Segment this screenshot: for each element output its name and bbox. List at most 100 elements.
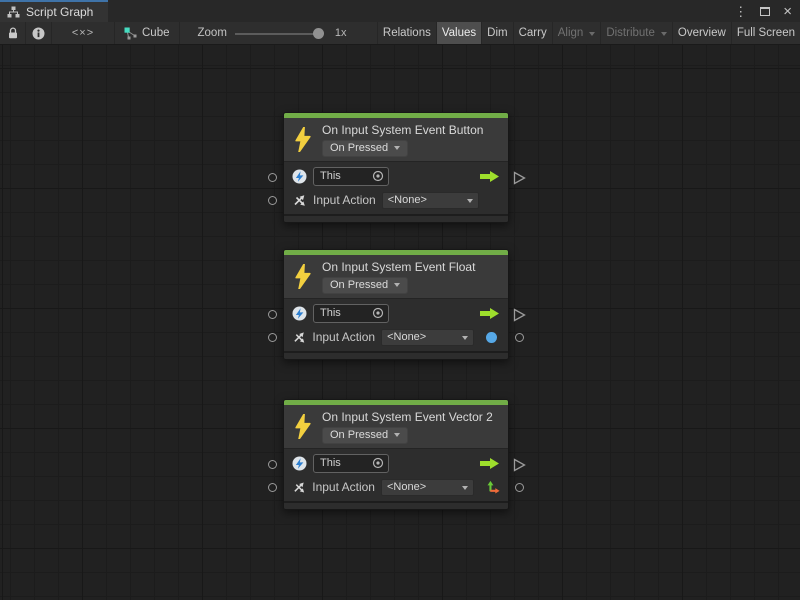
input-port-action[interactable] <box>268 333 277 342</box>
node-on-input-system-event-vector2[interactable]: On Input System Event Vector 2 On Presse… <box>283 399 509 510</box>
chevron-down-icon <box>394 283 400 290</box>
info-icon <box>32 27 45 40</box>
tab-bar: Script Graph ⋮ × <box>0 0 800 22</box>
lock-icon <box>7 27 19 40</box>
node-on-input-system-event-float[interactable]: On Input System Event Float On Pressed T… <box>283 249 509 360</box>
chevron-down-icon <box>394 146 400 153</box>
event-option-dropdown[interactable]: On Pressed <box>322 277 408 294</box>
node-title: On Input System Event Vector 2 <box>322 410 493 424</box>
graph-canvas[interactable]: On Input System Event Button On Pressed … <box>0 45 800 600</box>
node-title: On Input System Event Float <box>322 260 475 274</box>
input-action-label: Input Action <box>312 330 375 344</box>
align-button: Align <box>552 22 601 44</box>
zoom-value: 1x <box>335 27 347 39</box>
input-action-icon <box>292 480 306 495</box>
game-object-icon <box>292 456 307 471</box>
input-action-dropdown[interactable]: <None> <box>381 479 474 496</box>
zoom-slider-handle[interactable] <box>313 28 324 39</box>
output-port-flow[interactable] <box>513 458 526 472</box>
maximize-icon[interactable] <box>760 7 770 16</box>
node-header[interactable]: On Input System Event Float On Pressed <box>284 255 508 298</box>
output-port-flow[interactable] <box>513 308 526 322</box>
script-graph-window: Script Graph ⋮ × <×> <box>0 0 800 600</box>
input-port-flow[interactable] <box>268 173 277 182</box>
inspect-button[interactable] <box>26 22 52 44</box>
dim-button[interactable]: Dim <box>481 22 512 44</box>
edit-source-button[interactable]: <×> <box>52 22 114 44</box>
input-action-label: Input Action <box>312 480 375 494</box>
target-row: This <box>292 302 500 324</box>
carry-button[interactable]: Carry <box>513 22 552 44</box>
values-button[interactable]: Values <box>436 22 481 44</box>
input-action-row: Input Action <None> <box>292 326 500 348</box>
event-option-dropdown[interactable]: On Pressed <box>322 427 408 444</box>
script-graph-asset-icon <box>124 27 137 40</box>
input-port-action[interactable] <box>268 483 277 492</box>
window-menu-icon[interactable]: ⋮ <box>734 5 747 18</box>
flow-output-arrow-icon <box>480 307 500 320</box>
event-bolt-icon <box>295 414 311 439</box>
node-footer <box>284 351 508 359</box>
graph-target-label: Cube <box>142 27 170 39</box>
tab-title: Script Graph <box>26 5 93 19</box>
chevron-down-icon <box>661 32 667 39</box>
graph-target-button[interactable]: Cube <box>114 22 180 44</box>
this-object-field[interactable]: This <box>313 454 389 473</box>
toolbar-right-group: Relations Values Dim Carry Align Distrib… <box>377 22 800 44</box>
input-action-dropdown[interactable]: <None> <box>382 192 479 209</box>
node-footer <box>284 501 508 509</box>
chevron-down-icon <box>462 336 468 343</box>
zoom-slider[interactable] <box>235 22 327 45</box>
target-row: This <box>292 165 500 187</box>
input-action-row: Input Action <None> <box>292 189 500 211</box>
float-value-icon <box>486 332 497 343</box>
input-port-flow[interactable] <box>268 310 277 319</box>
node-body: This <box>284 298 508 351</box>
output-port-flow[interactable] <box>513 171 526 185</box>
event-option-dropdown[interactable]: On Pressed <box>322 140 408 157</box>
object-picker-icon[interactable] <box>372 457 384 469</box>
input-action-label: Input Action <box>313 193 376 207</box>
chevron-down-icon <box>589 32 595 39</box>
zoom-label: Zoom <box>198 27 227 39</box>
object-picker-icon[interactable] <box>372 307 384 319</box>
vector2-value-icon <box>486 480 500 495</box>
input-port-action[interactable] <box>268 196 277 205</box>
input-action-dropdown[interactable]: <None> <box>381 329 474 346</box>
relations-button[interactable]: Relations <box>377 22 436 44</box>
node-title: On Input System Event Button <box>322 123 483 137</box>
game-object-icon <box>292 169 307 184</box>
full-screen-button[interactable]: Full Screen <box>731 22 800 44</box>
node-footer <box>284 214 508 222</box>
chevron-down-icon <box>462 486 468 493</box>
input-action-row: Input Action <None> <box>292 476 500 498</box>
tab-script-graph[interactable]: Script Graph <box>0 0 108 22</box>
flow-output-arrow-icon <box>480 457 500 470</box>
input-action-icon <box>292 330 306 345</box>
lock-button[interactable] <box>0 22 26 44</box>
game-object-icon <box>292 306 307 321</box>
node-header[interactable]: On Input System Event Vector 2 On Presse… <box>284 405 508 448</box>
overview-button[interactable]: Overview <box>672 22 731 44</box>
graph-toolbar: <×> Cube Zoom 1x Relations Values <box>0 22 800 45</box>
node-body: This <box>284 448 508 501</box>
output-port-vector2-value[interactable] <box>515 483 524 492</box>
input-action-icon <box>292 193 307 208</box>
target-row: This <box>292 452 500 474</box>
input-port-flow[interactable] <box>268 460 277 469</box>
output-port-float-value[interactable] <box>515 333 524 342</box>
this-object-field[interactable]: This <box>313 304 389 323</box>
chevron-down-icon <box>394 433 400 440</box>
code-icon: <×> <box>72 27 94 39</box>
event-bolt-icon <box>295 127 311 152</box>
chevron-down-icon <box>467 199 473 206</box>
close-icon[interactable]: × <box>783 4 792 19</box>
distribute-button: Distribute <box>600 22 672 44</box>
object-picker-icon[interactable] <box>372 170 384 182</box>
graph-hierarchy-icon <box>7 6 20 18</box>
node-on-input-system-event-button[interactable]: On Input System Event Button On Pressed … <box>283 112 509 223</box>
node-body: This <box>284 161 508 214</box>
zoom-slider-track[interactable] <box>235 33 317 35</box>
node-header[interactable]: On Input System Event Button On Pressed <box>284 118 508 161</box>
this-object-field[interactable]: This <box>313 167 389 186</box>
